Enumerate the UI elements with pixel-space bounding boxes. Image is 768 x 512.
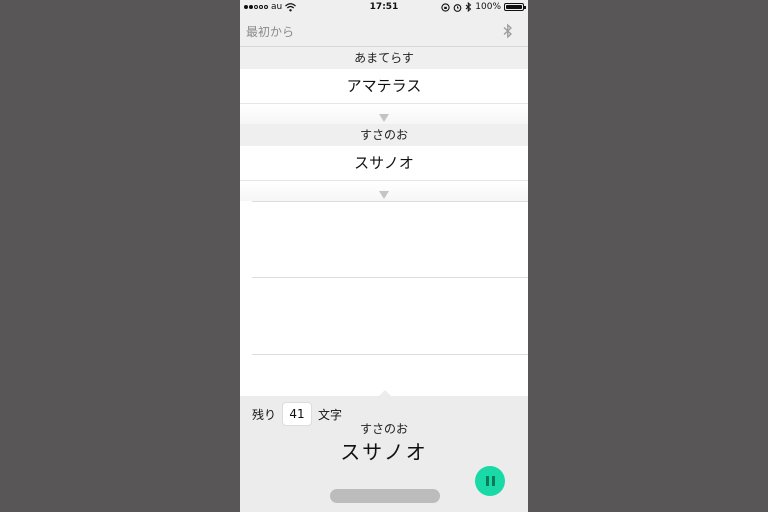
empty-slot-divider bbox=[252, 354, 528, 355]
current-word: スサノオ bbox=[340, 440, 428, 464]
app-screen: au 17:51 100% 最初から あまてらす アマテラス すさのお スサノオ… bbox=[240, 0, 528, 512]
next-arrow bbox=[240, 181, 528, 201]
alarm-icon bbox=[453, 3, 462, 12]
down-arrow-icon bbox=[379, 114, 389, 122]
panel-pointer bbox=[379, 390, 391, 396]
home-indicator[interactable] bbox=[330, 489, 440, 503]
current-kana: すさのお bbox=[359, 422, 408, 436]
pause-button[interactable] bbox=[475, 466, 505, 496]
entry-kana: すさのお bbox=[240, 124, 528, 146]
pause-icon bbox=[485, 476, 489, 486]
next-arrow bbox=[240, 104, 528, 124]
entry-kana: あまてらす bbox=[240, 47, 528, 69]
word-chain-list: あまてらす アマテラス すさのお スサノオ bbox=[240, 47, 528, 201]
status-bar: au 17:51 100% bbox=[240, 0, 528, 16]
empty-slot-divider bbox=[252, 201, 528, 202]
down-arrow-icon bbox=[379, 191, 389, 199]
nav-bar: 最初から bbox=[240, 16, 528, 47]
entry-word: アマテラス bbox=[240, 69, 528, 104]
empty-slot-divider bbox=[252, 277, 528, 278]
battery-percent: 100% bbox=[475, 2, 501, 12]
rotation-lock-icon bbox=[441, 2, 450, 12]
entry-word: スサノオ bbox=[240, 146, 528, 181]
restart-button[interactable]: 最初から bbox=[246, 23, 294, 40]
bluetooth-icon[interactable] bbox=[502, 23, 514, 39]
chain-entry: すさのお スサノオ bbox=[240, 124, 528, 201]
bluetooth-icon bbox=[465, 2, 472, 12]
chain-entry: あまてらす アマテラス bbox=[240, 47, 528, 124]
battery-icon bbox=[504, 3, 526, 11]
input-panel: 残り 41 文字 すさのお スサノオ bbox=[240, 390, 528, 512]
status-right: 100% bbox=[441, 2, 526, 12]
